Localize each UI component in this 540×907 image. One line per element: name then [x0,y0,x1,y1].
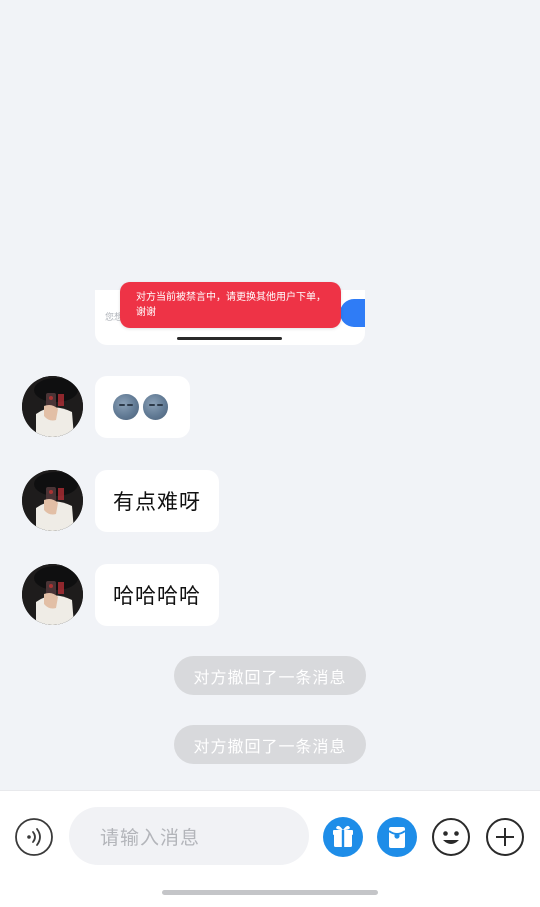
moon-face-emoji-icon [113,394,139,420]
message-text: 有点难呀 [113,490,201,514]
message-bubble-text[interactable]: 哈哈哈哈 [95,564,219,626]
recall-notice: 对方撤回了一条消息 [174,725,366,764]
gift-icon[interactable] [323,817,363,857]
input-bar: 请输入消息 [0,790,540,907]
avatar[interactable] [22,470,83,531]
avatar[interactable] [22,376,83,437]
message-text: 哈哈哈哈 [113,584,201,608]
plus-icon[interactable] [485,817,525,857]
screenshot-error-toast: 对方当前被禁言中，请更换其他用户下单，谢谢 [120,282,341,328]
message-input-placeholder: 请输入消息 [100,826,201,849]
moon-face-emoji-icon [142,394,168,420]
voice-icon[interactable] [14,817,54,857]
recall-notice: 对方撤回了一条消息 [174,656,366,695]
screenshot-home-indicator [177,337,282,340]
emoji-icon[interactable] [431,817,471,857]
message-bubble-emoji[interactable] [95,376,190,438]
avatar[interactable] [22,564,83,625]
message-bubble-text[interactable]: 有点难呀 [95,470,219,532]
screenshot-faint-button [340,299,365,327]
chat-area: 您想 对方当前被禁言中，请更换其他用户下单，谢谢 有点难呀 哈哈哈哈 对方撤回了… [0,0,540,790]
recall-notice-text: 对方撤回了一条消息 [193,667,347,687]
message-input[interactable]: 请输入消息 [69,807,309,865]
gesture-navigation-bar[interactable] [162,890,378,895]
recall-notice-text: 对方撤回了一条消息 [193,736,347,756]
toast-text: 对方当前被禁言中，请更换其他用户下单，谢谢 [136,292,326,318]
red-packet-icon[interactable] [377,817,417,857]
